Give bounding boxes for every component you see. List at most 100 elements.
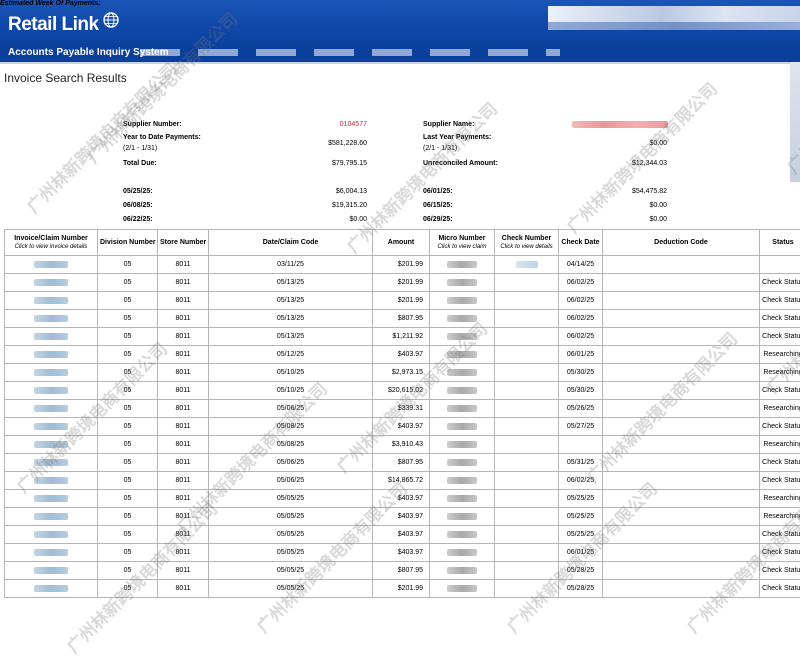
micro-number-link[interactable]: [430, 328, 495, 346]
micro-number-redacted[interactable]: [447, 441, 477, 448]
invoice-number-link[interactable]: [5, 526, 98, 544]
status-cell[interactable]: Check Status: [760, 544, 800, 562]
invoice-number-redacted[interactable]: [34, 423, 68, 430]
col-status[interactable]: Status: [760, 230, 800, 256]
col-store-number[interactable]: Store Number: [158, 230, 209, 256]
col-amount[interactable]: Amount: [373, 230, 430, 256]
invoice-number-link[interactable]: [5, 328, 98, 346]
micro-number-redacted[interactable]: [447, 369, 477, 376]
invoice-number-link[interactable]: [5, 400, 98, 418]
micro-number-link[interactable]: [430, 382, 495, 400]
micro-number-link[interactable]: [430, 562, 495, 580]
invoice-number-link[interactable]: [5, 292, 98, 310]
status-cell[interactable]: Check Status: [760, 418, 800, 436]
invoice-number-link[interactable]: [5, 346, 98, 364]
micro-number-redacted[interactable]: [447, 297, 477, 304]
micro-number-redacted[interactable]: [447, 495, 477, 502]
micro-number-redacted[interactable]: [447, 549, 477, 556]
status-cell[interactable]: Researching: [760, 364, 800, 382]
micro-number-redacted[interactable]: [447, 513, 477, 520]
micro-number-link[interactable]: [430, 256, 495, 274]
invoice-number-link[interactable]: [5, 310, 98, 328]
status-cell[interactable]: Check Status: [760, 562, 800, 580]
micro-number-link[interactable]: [430, 526, 495, 544]
col-check-date[interactable]: Check Date: [559, 230, 603, 256]
invoice-number-redacted[interactable]: [34, 531, 68, 538]
invoice-number-redacted[interactable]: [34, 441, 68, 448]
micro-number-redacted[interactable]: [447, 477, 477, 484]
micro-number-link[interactable]: [430, 274, 495, 292]
status-cell[interactable]: Researching: [760, 490, 800, 508]
invoice-number-link[interactable]: [5, 490, 98, 508]
status-cell[interactable]: Check Status: [760, 580, 800, 598]
invoice-number-link[interactable]: [5, 580, 98, 598]
micro-number-redacted[interactable]: [447, 279, 477, 286]
invoice-number-link[interactable]: [5, 454, 98, 472]
status-cell[interactable]: Check Status: [760, 292, 800, 310]
invoice-number-redacted[interactable]: [34, 315, 68, 322]
status-cell[interactable]: Check Status: [760, 526, 800, 544]
micro-number-link[interactable]: [430, 580, 495, 598]
status-cell[interactable]: Check Status: [760, 328, 800, 346]
status-cell[interactable]: Check Status: [760, 310, 800, 328]
invoice-number-redacted[interactable]: [34, 261, 68, 268]
status-cell[interactable]: Check Status: [760, 454, 800, 472]
invoice-number-link[interactable]: [5, 274, 98, 292]
invoice-number-redacted[interactable]: [34, 387, 68, 394]
invoice-number-link[interactable]: [5, 418, 98, 436]
micro-number-link[interactable]: [430, 490, 495, 508]
col-deduction-code[interactable]: Deduction Code: [603, 230, 760, 256]
check-number-redacted[interactable]: [516, 261, 538, 268]
invoice-number-redacted[interactable]: [34, 405, 68, 412]
status-cell[interactable]: Check Status: [760, 472, 800, 490]
invoice-number-redacted[interactable]: [34, 513, 68, 520]
invoice-number-redacted[interactable]: [34, 279, 68, 286]
micro-number-redacted[interactable]: [447, 333, 477, 340]
micro-number-link[interactable]: [430, 292, 495, 310]
micro-number-link[interactable]: [430, 400, 495, 418]
invoice-number-redacted[interactable]: [34, 333, 68, 340]
micro-number-redacted[interactable]: [447, 567, 477, 574]
invoice-number-link[interactable]: [5, 382, 98, 400]
invoice-number-redacted[interactable]: [34, 567, 68, 574]
micro-number-link[interactable]: [430, 418, 495, 436]
micro-number-redacted[interactable]: [447, 315, 477, 322]
micro-number-redacted[interactable]: [447, 423, 477, 430]
micro-number-redacted[interactable]: [447, 387, 477, 394]
invoice-number-redacted[interactable]: [34, 369, 68, 376]
micro-number-link[interactable]: [430, 508, 495, 526]
invoice-number-redacted[interactable]: [34, 495, 68, 502]
micro-number-link[interactable]: [430, 544, 495, 562]
invoice-number-redacted[interactable]: [34, 585, 68, 592]
micro-number-link[interactable]: [430, 472, 495, 490]
check-number-link[interactable]: [495, 256, 559, 274]
col-check-number[interactable]: Check Number Click to view details: [495, 230, 559, 256]
invoice-number-redacted[interactable]: [34, 477, 68, 484]
invoice-number-link[interactable]: [5, 472, 98, 490]
micro-number-redacted[interactable]: [447, 405, 477, 412]
status-cell[interactable]: Researching: [760, 400, 800, 418]
invoice-number-link[interactable]: [5, 544, 98, 562]
micro-number-redacted[interactable]: [447, 585, 477, 592]
micro-number-link[interactable]: [430, 364, 495, 382]
micro-number-link[interactable]: [430, 436, 495, 454]
micro-number-link[interactable]: [430, 454, 495, 472]
col-invoice-claim-number[interactable]: Invoice/Claim Number Click to view invoi…: [5, 230, 98, 256]
invoice-number-redacted[interactable]: [34, 459, 68, 466]
invoice-number-link[interactable]: [5, 508, 98, 526]
micro-number-redacted[interactable]: [447, 459, 477, 466]
micro-number-redacted[interactable]: [447, 531, 477, 538]
micro-number-link[interactable]: [430, 310, 495, 328]
col-micro-number[interactable]: Micro Number Click to view claim: [430, 230, 495, 256]
invoice-number-redacted[interactable]: [34, 549, 68, 556]
status-cell[interactable]: Researching: [760, 508, 800, 526]
micro-number-redacted[interactable]: [447, 351, 477, 358]
status-cell[interactable]: Researching: [760, 436, 800, 454]
invoice-number-link[interactable]: [5, 562, 98, 580]
invoice-number-link[interactable]: [5, 436, 98, 454]
col-date-claim-code[interactable]: Date/Claim Code: [209, 230, 373, 256]
micro-number-redacted[interactable]: [447, 261, 477, 268]
invoice-number-link[interactable]: [5, 364, 98, 382]
invoice-number-redacted[interactable]: [34, 297, 68, 304]
invoice-number-link[interactable]: [5, 256, 98, 274]
